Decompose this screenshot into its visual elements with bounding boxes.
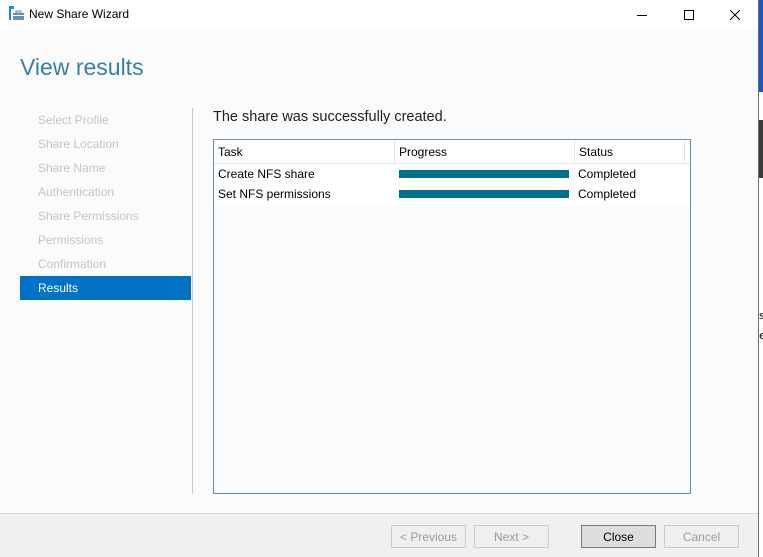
task-cell: Set NFS permissions bbox=[218, 187, 331, 201]
result-message: The share was successfully created. bbox=[213, 109, 447, 125]
nav-item-permissions: Permissions bbox=[38, 233, 104, 247]
progress-bar bbox=[399, 190, 569, 198]
wizard-steps-nav: Select Profile Share Location Share Name… bbox=[20, 108, 191, 300]
results-table[interactable]: Task Progress Status Create NFS share Co… bbox=[213, 139, 691, 494]
progress-bar bbox=[399, 170, 569, 178]
nav-item-confirmation: Confirmation bbox=[38, 257, 107, 271]
progress-bar-fill bbox=[399, 170, 569, 178]
maximize-button[interactable] bbox=[666, 0, 712, 29]
close-button[interactable]: Close bbox=[581, 525, 656, 548]
status-cell: Completed bbox=[578, 167, 637, 181]
status-cell: Completed bbox=[578, 187, 637, 201]
nav-divider bbox=[192, 108, 193, 494]
close-icon bbox=[730, 9, 740, 20]
table-header: Task Progress Status bbox=[214, 140, 690, 164]
progress-bar-fill bbox=[399, 190, 569, 198]
task-cell: Create NFS share bbox=[218, 167, 315, 181]
column-header-progress[interactable]: Progress bbox=[395, 140, 575, 163]
table-row[interactable]: Set NFS permissions Completed bbox=[214, 184, 690, 204]
nav-item-results[interactable]: Results bbox=[20, 276, 191, 300]
column-header-task[interactable]: Task bbox=[214, 140, 395, 163]
nav-item-authentication: Authentication bbox=[38, 185, 115, 199]
background-window-text: e bbox=[759, 329, 763, 342]
title-bar[interactable]: New Share Wizard bbox=[0, 0, 758, 29]
nav-item-select-profile: Select Profile bbox=[38, 113, 109, 127]
share-wizard-icon bbox=[9, 6, 24, 21]
cancel-button[interactable]: Cancel bbox=[664, 525, 739, 548]
window-title: New Share Wizard bbox=[29, 7, 130, 21]
minimize-button[interactable] bbox=[619, 0, 665, 29]
column-header-status[interactable]: Status bbox=[575, 140, 685, 163]
minimize-icon bbox=[637, 10, 647, 20]
previous-button[interactable]: < Previous bbox=[391, 525, 466, 548]
background-window-text: s bbox=[759, 309, 763, 322]
nav-item-share-location: Share Location bbox=[38, 137, 119, 151]
maximize-icon bbox=[684, 9, 694, 20]
background-window-accent bbox=[759, 0, 763, 92]
close-window-button[interactable] bbox=[712, 0, 758, 29]
background-window: s e bbox=[758, 0, 763, 557]
table-row[interactable]: Create NFS share Completed bbox=[214, 164, 690, 184]
wizard-footer: < Previous Next > Close Cancel bbox=[0, 513, 758, 557]
wizard-window: New Share Wizard View results Select Pro… bbox=[0, 0, 758, 557]
next-button[interactable]: Next > bbox=[474, 525, 549, 548]
nav-item-share-name: Share Name bbox=[38, 161, 106, 175]
background-window-panel bbox=[759, 120, 763, 178]
page-title: View results bbox=[20, 54, 144, 80]
nav-item-share-permissions: Share Permissions bbox=[38, 209, 139, 223]
